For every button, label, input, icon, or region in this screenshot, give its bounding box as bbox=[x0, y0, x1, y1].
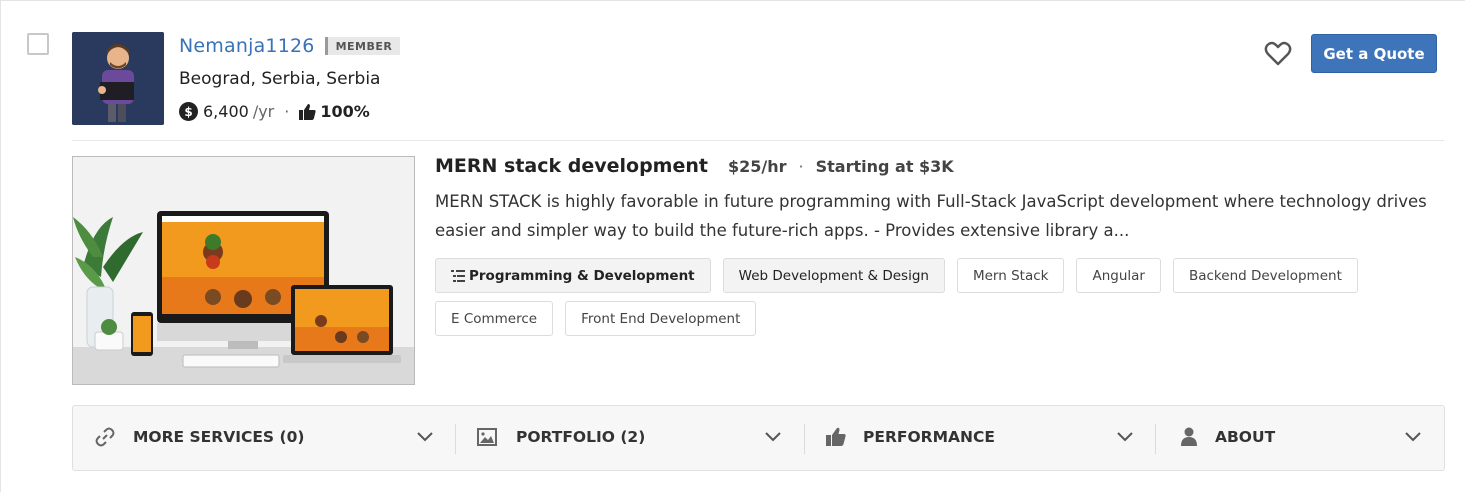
section-label: ABOUT bbox=[1215, 428, 1276, 446]
member-badge: MEMBER bbox=[324, 37, 401, 55]
tag-e-commerce[interactable]: E Commerce bbox=[435, 301, 554, 336]
starting-price: Starting at $3K bbox=[815, 157, 954, 176]
service-thumbnail[interactable] bbox=[72, 156, 415, 385]
rating-value: 100% bbox=[320, 102, 370, 121]
freelancer-card: Nemanja1126 MEMBER Beograd, Serbia, Serb… bbox=[0, 0, 1465, 492]
list-icon bbox=[451, 269, 465, 282]
dollar-icon: $ bbox=[179, 102, 198, 121]
hourly-rate: $25/hr bbox=[727, 157, 787, 176]
section-about[interactable]: ABOUT bbox=[1155, 406, 1444, 470]
service-title[interactable]: MERN stack development bbox=[435, 155, 708, 177]
get-a-quote-button[interactable]: Get a Quote bbox=[1311, 34, 1437, 73]
section-more-services[interactable]: MORE SERVICES (0) bbox=[73, 406, 456, 470]
favorite-heart-icon[interactable] bbox=[1264, 41, 1292, 67]
stats-row: $ 6,400 /yr · 100% bbox=[179, 102, 370, 121]
section-performance[interactable]: PERFORMANCE bbox=[804, 406, 1156, 470]
section-label: MORE SERVICES (0) bbox=[133, 428, 305, 446]
divider bbox=[72, 140, 1444, 141]
separator-dot: · bbox=[284, 102, 290, 121]
tag-mern-stack[interactable]: Mern Stack bbox=[956, 258, 1065, 293]
name-row: Nemanja1126 MEMBER bbox=[179, 35, 401, 57]
image-icon bbox=[477, 427, 497, 447]
thumbs-up-icon bbox=[299, 103, 316, 120]
skill-tags: Programming & Development Web Developmen… bbox=[435, 258, 1445, 336]
chevron-down-icon bbox=[1117, 432, 1133, 442]
avatar-illustration bbox=[72, 32, 164, 125]
user-icon bbox=[1181, 427, 1197, 446]
username-link[interactable]: Nemanja1126 bbox=[179, 35, 315, 57]
tag-web-development-design[interactable]: Web Development & Design bbox=[722, 258, 945, 293]
chevron-down-icon bbox=[765, 432, 781, 442]
sections-bar: MORE SERVICES (0) PORTFOLIO (2) PERFORMA… bbox=[72, 405, 1445, 471]
separator-dot: · bbox=[798, 157, 804, 176]
select-checkbox[interactable] bbox=[27, 33, 49, 55]
service-header: MERN stack development $25/hr · Starting… bbox=[435, 155, 954, 177]
link-icon bbox=[95, 427, 115, 447]
chevron-down-icon bbox=[417, 432, 433, 442]
earnings-period: /yr bbox=[252, 102, 275, 121]
devices-mockup-image bbox=[73, 157, 414, 384]
avatar[interactable] bbox=[72, 32, 164, 125]
tag-programming-development[interactable]: Programming & Development bbox=[435, 258, 711, 293]
earnings-value: 6,400 bbox=[203, 102, 249, 121]
tag-angular[interactable]: Angular bbox=[1076, 258, 1161, 293]
chevron-down-icon bbox=[1405, 432, 1421, 442]
service-description: MERN STACK is highly favorable in future… bbox=[435, 192, 1427, 240]
location: Beograd, Serbia, Serbia bbox=[179, 69, 381, 89]
section-label: PERFORMANCE bbox=[863, 428, 995, 446]
section-portfolio[interactable]: PORTFOLIO (2) bbox=[455, 406, 805, 470]
tag-label: Programming & Development bbox=[469, 267, 695, 284]
thumbs-up-icon bbox=[826, 427, 846, 446]
tag-front-end-development[interactable]: Front End Development bbox=[565, 301, 757, 336]
section-label: PORTFOLIO (2) bbox=[516, 428, 646, 446]
tag-backend-development[interactable]: Backend Development bbox=[1172, 258, 1358, 293]
